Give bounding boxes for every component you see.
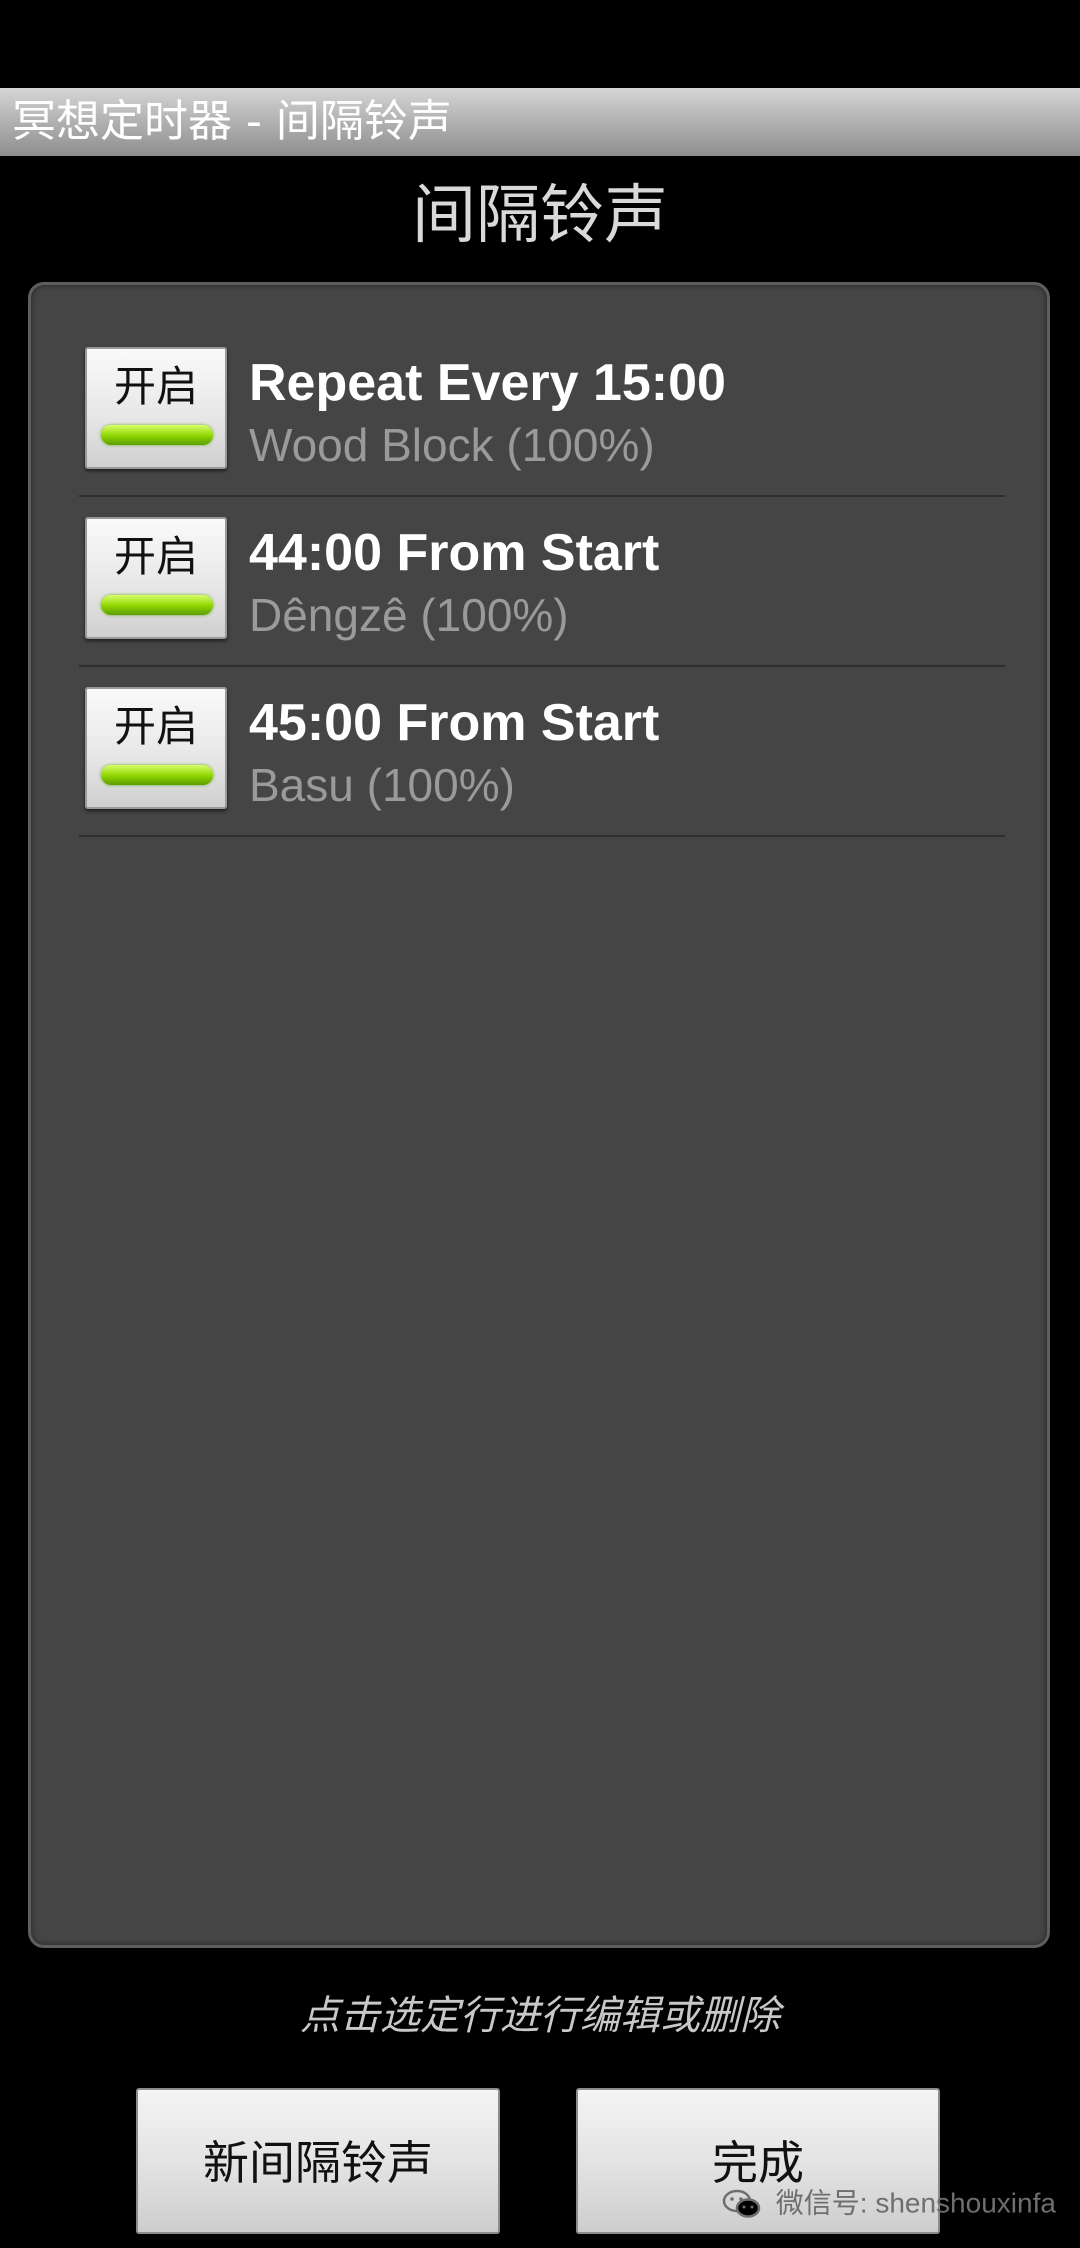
bell-title: 45:00 From Start <box>249 694 660 752</box>
wechat-icon <box>722 2189 761 2218</box>
bell-sound: Dêngzê (100%) <box>249 589 569 641</box>
app-title: 冥想定时器 - 间隔铃声 <box>12 96 452 147</box>
toggle-label: 开启 <box>113 362 198 411</box>
watermark-text: 微信号: shenshouxinfa <box>775 2187 1056 2219</box>
new-interval-bell-button[interactable]: 新间隔铃声 <box>136 2088 500 2234</box>
bell-list-panel: 开启 Repeat Every 15:00 Wood Block (100%) … <box>28 282 1050 1948</box>
bell-sound: Basu (100%) <box>249 759 515 811</box>
bell-list: 开启 Repeat Every 15:00 Wood Block (100%) … <box>79 327 1005 837</box>
enable-toggle[interactable]: 开启 <box>85 347 227 469</box>
bell-sound: Wood Block (100%) <box>249 419 655 471</box>
bell-title: 44:00 From Start <box>249 524 660 582</box>
toggle-label: 开启 <box>113 532 198 581</box>
bell-row[interactable]: 开启 44:00 From Start Dêngzê (100%) <box>79 497 1005 667</box>
bell-row[interactable]: 开启 Repeat Every 15:00 Wood Block (100%) <box>79 327 1005 497</box>
toggle-indicator <box>101 595 213 615</box>
page-title: 间隔铃声 <box>412 179 668 253</box>
enable-toggle[interactable]: 开启 <box>85 687 227 809</box>
toggle-indicator <box>101 765 213 785</box>
title-bar: 冥想定时器 - 间隔铃声 <box>0 88 1080 156</box>
toggle-indicator <box>101 425 213 445</box>
toggle-label: 开启 <box>113 702 198 751</box>
bell-row[interactable]: 开启 45:00 From Start Basu (100%) <box>79 667 1005 837</box>
edit-hint: 点击选定行进行编辑或删除 <box>300 1993 780 2039</box>
bell-title: Repeat Every 15:00 <box>249 354 726 412</box>
enable-toggle[interactable]: 开启 <box>85 517 227 639</box>
watermark: 微信号: shenshouxinfa <box>722 2180 1056 2224</box>
